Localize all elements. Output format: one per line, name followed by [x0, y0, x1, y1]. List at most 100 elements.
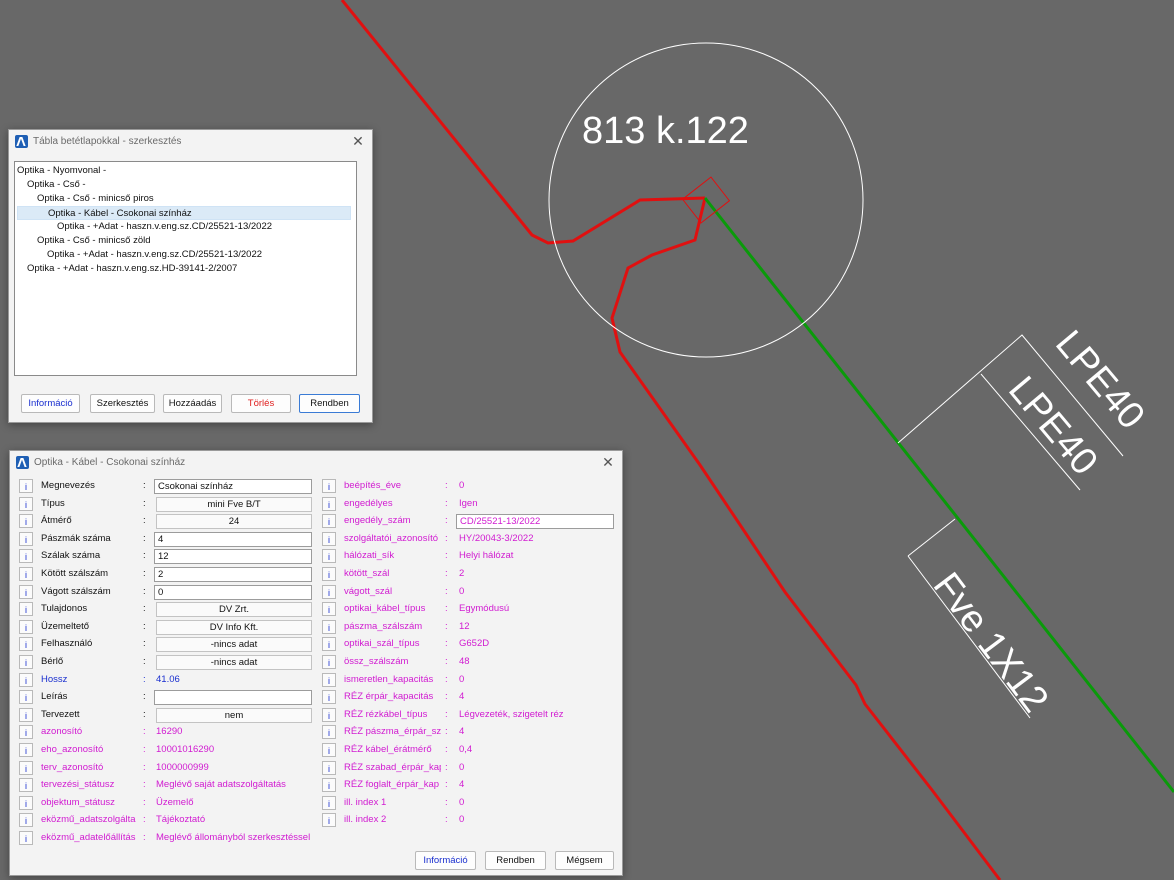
cancel-button[interactable]: Mégsem — [555, 851, 614, 870]
attr-select-field[interactable]: DV Zrt. — [156, 602, 312, 617]
ok-button[interactable]: Rendben — [485, 851, 546, 870]
tree-item[interactable]: Optika - +Adat - haszn.v.eng.sz.CD/25521… — [47, 248, 266, 262]
attr-select-field[interactable]: 24 — [156, 514, 312, 529]
properties-dialog-titlebar[interactable]: Optika - Kábel - Csokonai színház ✕ — [10, 451, 622, 475]
attr-select-field[interactable]: -nincs adat — [156, 637, 312, 652]
info-small-button[interactable]: i — [19, 743, 33, 757]
attr-select-field[interactable]: nem — [156, 708, 312, 723]
tree-item[interactable]: Optika - Cső - minicső zöld — [37, 234, 155, 248]
attr-colon: : — [445, 568, 448, 579]
info-small-button[interactable]: i — [322, 813, 336, 827]
info-small-button[interactable]: i — [19, 778, 33, 792]
info-small-button[interactable]: i — [322, 655, 336, 669]
attr-input-field[interactable]: 0 — [154, 585, 312, 600]
info-small-button[interactable]: i — [19, 796, 33, 810]
info-small-button[interactable]: i — [322, 585, 336, 599]
attr-label: Átmérő — [41, 515, 72, 526]
info-small-button[interactable]: i — [19, 655, 33, 669]
attr-colon: : — [143, 744, 146, 755]
info-small-button[interactable]: i — [19, 761, 33, 775]
info-small-button[interactable]: i — [19, 532, 33, 546]
attr-select-field[interactable]: DV Info Kft. — [156, 620, 312, 635]
info-small-button[interactable]: i — [19, 708, 33, 722]
info-small-button[interactable]: i — [19, 673, 33, 687]
attr-value: 0 — [459, 586, 465, 597]
info-small-button[interactable]: i — [322, 602, 336, 616]
attr-select-field[interactable]: mini Fve B/T — [156, 497, 312, 512]
attr-input-field[interactable]: Csokonai színház — [154, 479, 312, 494]
delete-button[interactable]: Törlés — [231, 394, 291, 413]
attr-value: 0 — [459, 797, 465, 808]
attr-value: 16290 — [156, 726, 183, 737]
attr-colon: : — [445, 814, 448, 825]
object-tree[interactable]: Optika - Nyomvonal - Optika - Cső - Opti… — [14, 161, 357, 376]
attr-label: Kötött szálszám — [41, 568, 109, 579]
attr-colon: : — [143, 638, 146, 649]
edit-button[interactable]: Szerkesztés — [90, 394, 155, 413]
info-small-button[interactable]: i — [322, 532, 336, 546]
info-small-button[interactable]: i — [19, 690, 33, 704]
attr-colon: : — [143, 480, 146, 491]
info-small-button[interactable]: i — [19, 813, 33, 827]
attr-label: össz_szálszám — [344, 656, 409, 667]
tree-item[interactable]: Optika - Cső - minicső piros — [37, 192, 158, 206]
add-button[interactable]: Hozzáadás — [163, 394, 222, 413]
info-small-button[interactable]: i — [322, 637, 336, 651]
attr-label: Szálak száma — [41, 550, 101, 561]
attr-value: Igen — [459, 498, 478, 509]
info-small-button[interactable]: i — [322, 514, 336, 528]
attr-input-field[interactable] — [154, 690, 312, 705]
attr-input-field[interactable]: 12 — [154, 549, 312, 564]
info-small-button[interactable]: i — [322, 497, 336, 511]
attr-label: Üzemeltető — [41, 621, 90, 632]
attr-label: terv_azonosító — [41, 762, 104, 773]
close-icon[interactable]: ✕ — [600, 454, 616, 470]
close-icon[interactable]: ✕ — [350, 133, 366, 149]
app-logo-icon — [15, 135, 28, 148]
tree-item-selected[interactable]: Optika - Kábel - Csokonai színház — [17, 206, 351, 220]
tree-dialog-titlebar[interactable]: Tábla betétlapokkal - szerkesztés ✕ — [9, 130, 372, 154]
attr-colon: : — [143, 656, 146, 667]
info-small-button[interactable]: i — [19, 602, 33, 616]
tree-item[interactable]: Optika - +Adat - haszn.v.eng.sz.CD/25521… — [57, 220, 276, 234]
info-small-button[interactable]: i — [322, 708, 336, 722]
attr-value: G652D — [459, 638, 490, 649]
info-small-button[interactable]: i — [322, 761, 336, 775]
info-button[interactable]: Információ — [415, 851, 476, 870]
info-small-button[interactable]: i — [19, 620, 33, 634]
info-small-button[interactable]: i — [19, 585, 33, 599]
info-small-button[interactable]: i — [19, 497, 33, 511]
tree-item[interactable]: Optika - Nyomvonal - — [17, 164, 110, 178]
attr-input-field[interactable]: 4 — [154, 532, 312, 547]
attr-label: Hossz — [41, 674, 68, 685]
info-small-button[interactable]: i — [322, 743, 336, 757]
info-small-button[interactable]: i — [322, 796, 336, 810]
info-small-button[interactable]: i — [322, 479, 336, 493]
info-small-button[interactable]: i — [322, 567, 336, 581]
info-small-button[interactable]: i — [19, 725, 33, 739]
attr-readonly-field[interactable]: CD/25521-13/2022 — [456, 514, 614, 529]
attr-colon: : — [445, 674, 448, 685]
attr-label: Tulajdonos — [41, 603, 88, 614]
attr-label: Bérlő — [41, 656, 64, 667]
tree-item[interactable]: Optika - Cső - — [27, 178, 90, 192]
info-small-button[interactable]: i — [19, 831, 33, 845]
info-small-button[interactable]: i — [322, 620, 336, 634]
info-small-button[interactable]: i — [19, 549, 33, 563]
info-small-button[interactable]: i — [322, 549, 336, 563]
attr-select-field[interactable]: -nincs adat — [156, 655, 312, 670]
info-small-button[interactable]: i — [19, 567, 33, 581]
info-small-button[interactable]: i — [322, 673, 336, 687]
info-small-button[interactable]: i — [19, 479, 33, 493]
tree-item[interactable]: Optika - +Adat - haszn.v.eng.sz.HD-39141… — [27, 262, 241, 276]
info-small-button[interactable]: i — [322, 690, 336, 704]
attr-input-field[interactable]: 2 — [154, 567, 312, 582]
info-button[interactable]: Információ — [21, 394, 80, 413]
info-small-button[interactable]: i — [322, 725, 336, 739]
info-small-button[interactable]: i — [19, 637, 33, 651]
info-small-button[interactable]: i — [322, 778, 336, 792]
ok-button[interactable]: Rendben — [299, 394, 360, 413]
info-small-button[interactable]: i — [19, 514, 33, 528]
attr-label: vágott_szál — [344, 586, 393, 597]
attr-label: engedély_szám — [344, 515, 411, 526]
